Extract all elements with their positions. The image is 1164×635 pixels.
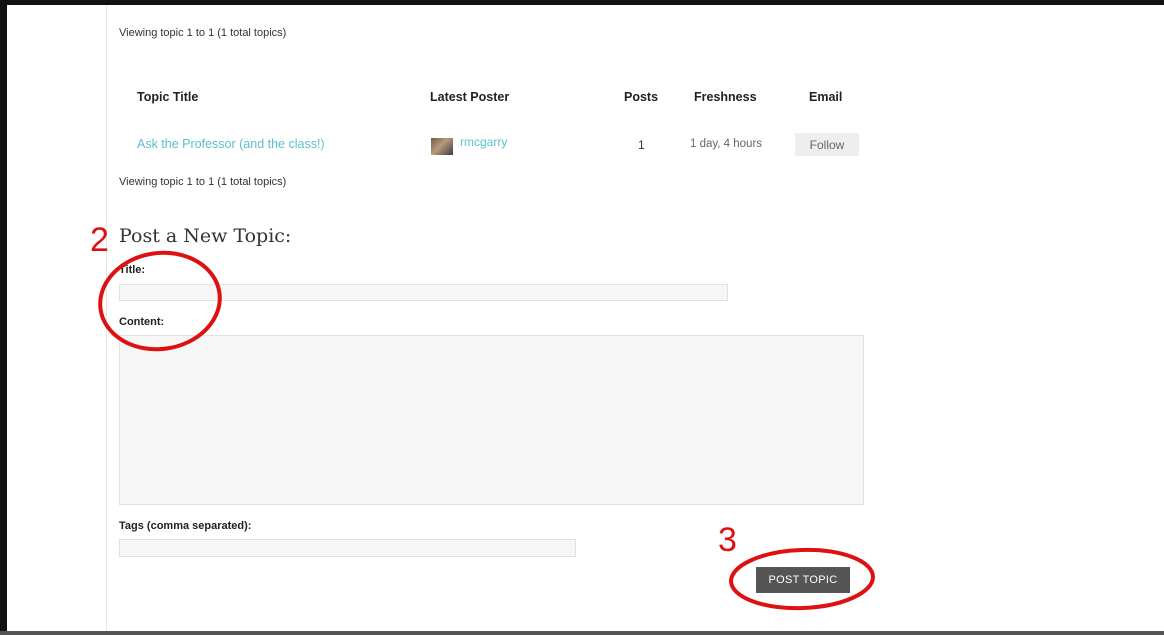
annotation-circle-post-topic <box>729 547 875 611</box>
column-header-topic-title: Topic Title <box>137 90 199 104</box>
column-header-email: Email <box>809 90 843 104</box>
pagination-count-top: Viewing topic 1 to 1 (1 total topics) <box>119 27 287 39</box>
topic-title-link[interactable]: Ask the Professor (and the class!) <box>137 137 325 151</box>
freshness-value: 1 day, 4 hours <box>690 138 763 150</box>
form-heading: Post a New Topic: <box>119 225 292 247</box>
pagination-count-bottom: Viewing topic 1 to 1 (1 total topics) <box>119 176 287 188</box>
follow-button[interactable]: Follow <box>795 133 859 156</box>
avatar[interactable] <box>431 138 453 155</box>
window-frame-bottom <box>0 631 1164 635</box>
window-frame-left <box>0 0 7 635</box>
annotation-circle-title <box>98 250 222 352</box>
column-header-latest-poster: Latest Poster <box>430 90 510 104</box>
tags-label: Tags (comma separated): <box>119 520 252 532</box>
tags-input[interactable] <box>119 539 576 557</box>
post-count: 1 <box>638 138 645 152</box>
window-frame-top <box>0 0 1164 5</box>
column-header-freshness: Freshness <box>694 90 757 104</box>
latest-poster-link[interactable]: rmcgarry <box>460 135 507 149</box>
content-textarea[interactable] <box>119 335 864 505</box>
column-header-posts: Posts <box>624 90 659 104</box>
